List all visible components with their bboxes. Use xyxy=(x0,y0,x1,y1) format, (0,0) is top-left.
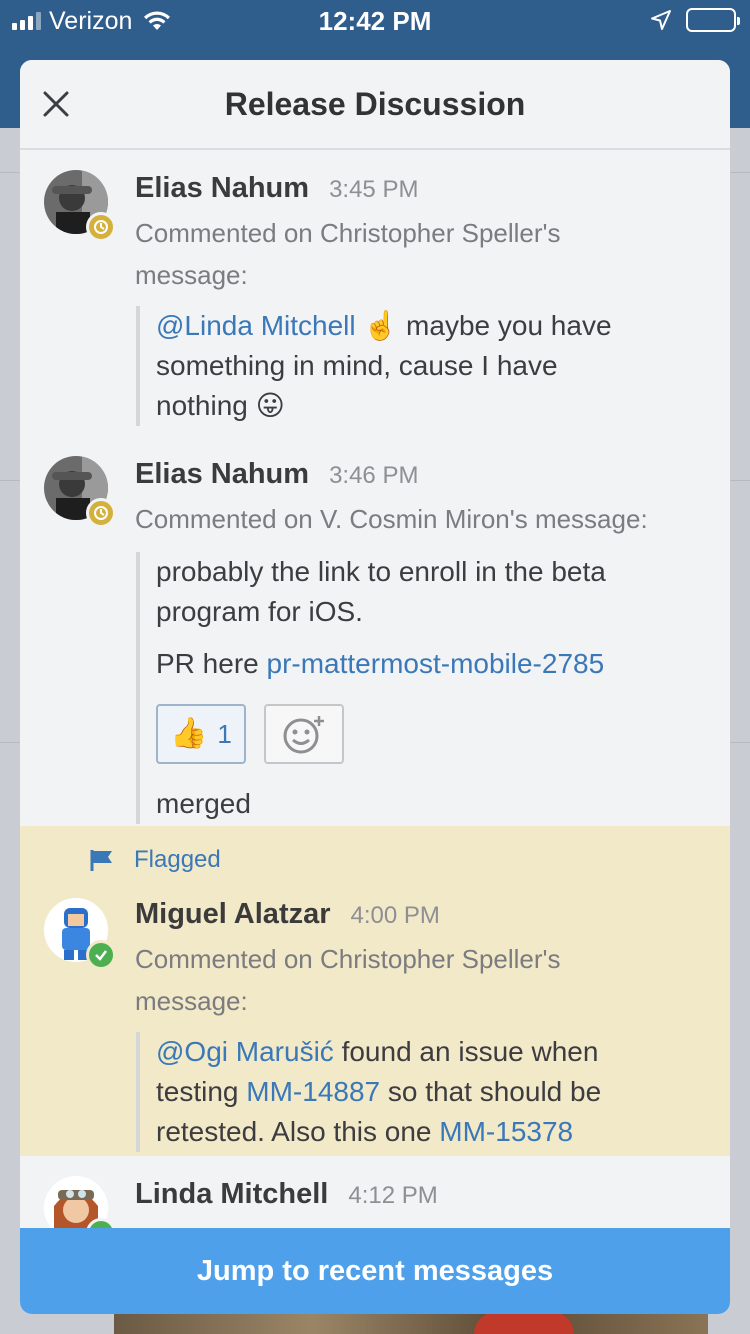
background-video-thumbnail xyxy=(114,1312,708,1334)
reaction-thumbsup[interactable]: 👍 1 xyxy=(156,704,246,764)
issue-link[interactable]: MM-14887 xyxy=(246,1076,380,1107)
commented-on-label: Commented on Christopher Speller's messa… xyxy=(135,212,715,296)
post-header: Miguel Alatzar 4:00 PM xyxy=(135,898,440,931)
status-right xyxy=(650,8,740,32)
reaction-count: 1 xyxy=(217,719,232,749)
post-message: @Linda Mitchell ☝️ maybe you have someth… xyxy=(136,306,696,426)
message-text: probably the link to enroll in the beta xyxy=(156,556,606,587)
add-reaction-button[interactable] xyxy=(263,704,344,764)
message-text: PR here xyxy=(156,648,267,679)
mention-link[interactable]: @Ogi Marušić xyxy=(156,1036,334,1067)
message-text: retested. Also this one xyxy=(156,1116,440,1147)
commented-line-2: message: xyxy=(135,260,248,290)
emoji: ☝️ xyxy=(363,310,399,341)
message-text: something in mind, cause I have xyxy=(156,350,558,381)
message-text: maybe you have xyxy=(398,310,612,341)
avatar[interactable] xyxy=(44,898,116,970)
post-item: Linda Mitchell 4:12 PM xyxy=(20,1156,730,1228)
message-text: program for iOS. xyxy=(156,596,363,627)
post-message: probably the link to enroll in the beta … xyxy=(136,552,696,824)
thread-modal: Release Discussion Elias Nahum 3:45 PM C… xyxy=(20,60,730,1314)
commented-line-1: Commented on Christopher Speller's xyxy=(135,944,561,974)
play-icon xyxy=(474,1312,574,1334)
battery-icon xyxy=(686,8,740,32)
flag-icon xyxy=(90,850,112,871)
commented-line-2: message: xyxy=(135,986,248,1016)
modal-title: Release Discussion xyxy=(224,86,526,122)
post-time: 4:12 PM xyxy=(348,1182,438,1209)
message-text: testing xyxy=(156,1076,247,1107)
avatar[interactable] xyxy=(44,456,116,528)
issue-link[interactable]: MM-15378 xyxy=(439,1116,573,1147)
post-header: Linda Mitchell 4:12 PM xyxy=(135,1178,438,1211)
post-item: Elias Nahum 3:45 PM Commented on Christo… xyxy=(20,150,730,436)
away-status-icon xyxy=(86,212,116,242)
modal-header: Release Discussion xyxy=(20,60,730,150)
commented-on-label: Commented on Christopher Speller's messa… xyxy=(135,938,715,1022)
commented-on-label: Commented on V. Cosmin Miron's message: xyxy=(135,504,648,534)
post-header: Elias Nahum 3:46 PM xyxy=(135,458,418,491)
thread-list[interactable]: Elias Nahum 3:45 PM Commented on Christo… xyxy=(20,150,730,1228)
message-text: nothing xyxy=(156,390,256,421)
message-text: so that should be xyxy=(380,1076,602,1107)
pr-link[interactable]: pr-mattermost-mobile-2785 xyxy=(267,648,605,679)
location-icon xyxy=(650,9,672,31)
commented-line-1: Commented on Christopher Speller's xyxy=(135,218,561,248)
emoji: 😛 xyxy=(255,390,285,421)
message-text: merged xyxy=(156,788,251,819)
jump-to-recent-button[interactable]: Jump to recent messages xyxy=(20,1228,730,1314)
post-message: @Ogi Marušić found an issue when testing… xyxy=(136,1032,696,1152)
post-header: Elias Nahum 3:45 PM xyxy=(135,172,418,205)
post-time: 4:00 PM xyxy=(350,902,440,929)
thumbs-up-icon: 👍 xyxy=(170,717,208,750)
post-time: 3:45 PM xyxy=(329,176,419,203)
add-reaction-icon xyxy=(283,716,324,754)
author-name[interactable]: Elias Nahum xyxy=(135,172,309,205)
author-name[interactable]: Elias Nahum xyxy=(135,458,309,491)
avatar[interactable] xyxy=(44,1176,116,1228)
post-item: Elias Nahum 3:46 PM Commented on V. Cosm… xyxy=(20,436,730,826)
flagged-label: Flagged xyxy=(134,846,221,873)
mention-link[interactable]: @Linda Mitchell xyxy=(156,310,356,341)
flagged-indicator: Flagged xyxy=(90,846,221,874)
away-status-icon xyxy=(86,498,116,528)
clock: 12:42 PM xyxy=(318,6,432,36)
author-name[interactable]: Miguel Alatzar xyxy=(135,898,331,931)
post-time: 3:46 PM xyxy=(329,462,419,489)
online-status-icon xyxy=(86,940,116,970)
message-text: found an issue when xyxy=(333,1036,599,1067)
post-item-flagged: Flagged Miguel Alatzar 4:00 PM Commented… xyxy=(20,826,730,1156)
author-name[interactable]: Linda Mitchell xyxy=(135,1178,328,1211)
avatar[interactable] xyxy=(44,170,116,242)
